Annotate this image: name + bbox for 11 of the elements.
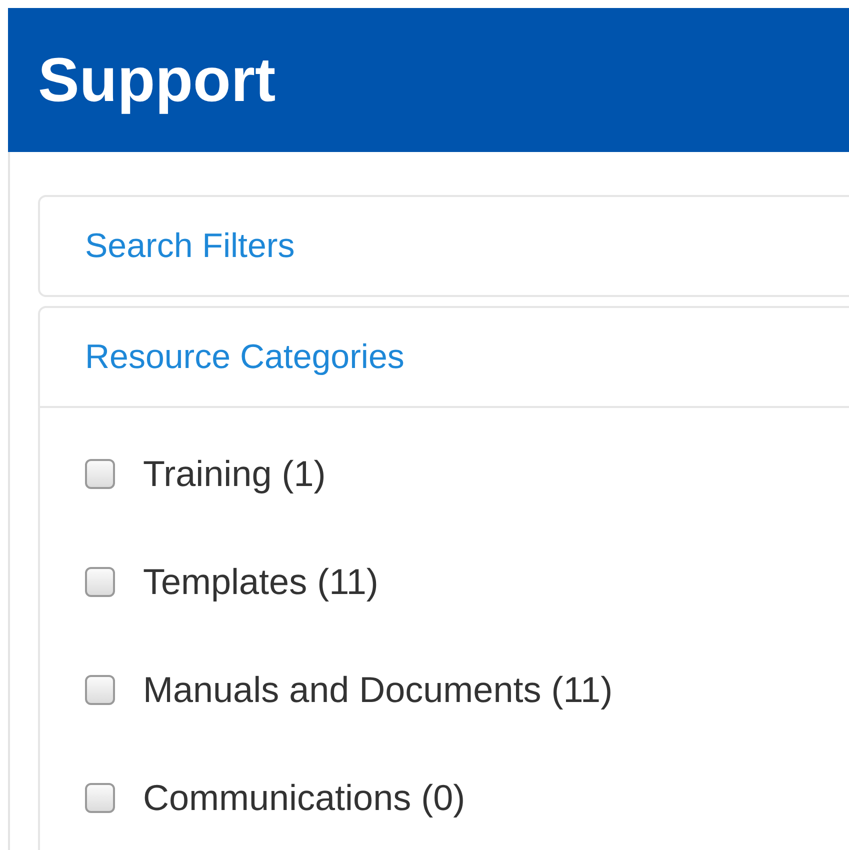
- checkbox[interactable]: [85, 459, 115, 489]
- panel-title-link[interactable]: Search Filters: [85, 226, 295, 266]
- category-label: Training (1): [143, 453, 326, 495]
- page-title: Support: [38, 44, 276, 116]
- category-label: Manuals and Documents (11): [143, 669, 613, 711]
- checkbox[interactable]: [85, 567, 115, 597]
- checkbox[interactable]: [85, 675, 115, 705]
- category-label: Communications (0): [143, 777, 466, 819]
- panel-title-link[interactable]: Resource Categories: [85, 338, 404, 376]
- checkbox[interactable]: [85, 783, 115, 813]
- category-label: Templates (11): [143, 561, 378, 603]
